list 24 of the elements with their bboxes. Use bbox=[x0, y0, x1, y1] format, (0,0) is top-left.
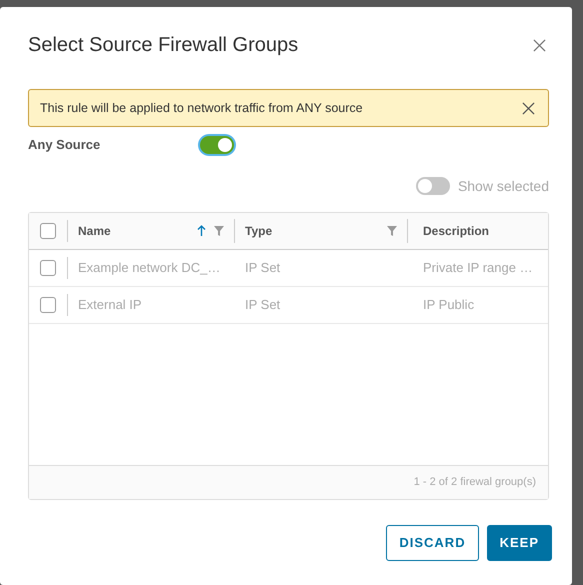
checkbox[interactable] bbox=[40, 296, 56, 312]
table-cell-text: External IP bbox=[78, 296, 142, 314]
column-header[interactable]: Type bbox=[245, 222, 272, 240]
checkbox[interactable] bbox=[40, 260, 56, 276]
filter-icon[interactable] bbox=[387, 226, 397, 236]
table-cell-text: IP Set bbox=[245, 258, 280, 277]
column-header[interactable]: Name bbox=[78, 222, 111, 240]
dialog-button[interactable]: KEEP bbox=[486, 524, 552, 560]
dialog-button[interactable]: DISCARD bbox=[386, 524, 479, 560]
dialog-title: Select Source Firewall Groups bbox=[28, 33, 298, 57]
column-header[interactable]: Description bbox=[423, 222, 490, 240]
toggle-switch[interactable] bbox=[416, 177, 450, 195]
toggle-switch[interactable] bbox=[200, 136, 234, 154]
alert-message: This rule will be applied to network traffic from ANY source bbox=[40, 100, 363, 117]
filter-icon[interactable] bbox=[214, 226, 224, 236]
toggle-label: Show selected bbox=[458, 176, 549, 196]
checkbox[interactable] bbox=[40, 222, 56, 238]
table-cell-text: IP Set bbox=[245, 296, 280, 314]
pagination-info: 1 - 2 of 2 firewal group(s) bbox=[414, 474, 536, 490]
field-label: Any Source bbox=[28, 136, 102, 154]
table-cell-text: Private IP range … bbox=[423, 258, 533, 277]
sort-arrow-icon[interactable] bbox=[197, 225, 206, 236]
table-cell-text: IP Public bbox=[423, 296, 474, 314]
table-cell-text: Example network DC_… bbox=[78, 258, 220, 277]
